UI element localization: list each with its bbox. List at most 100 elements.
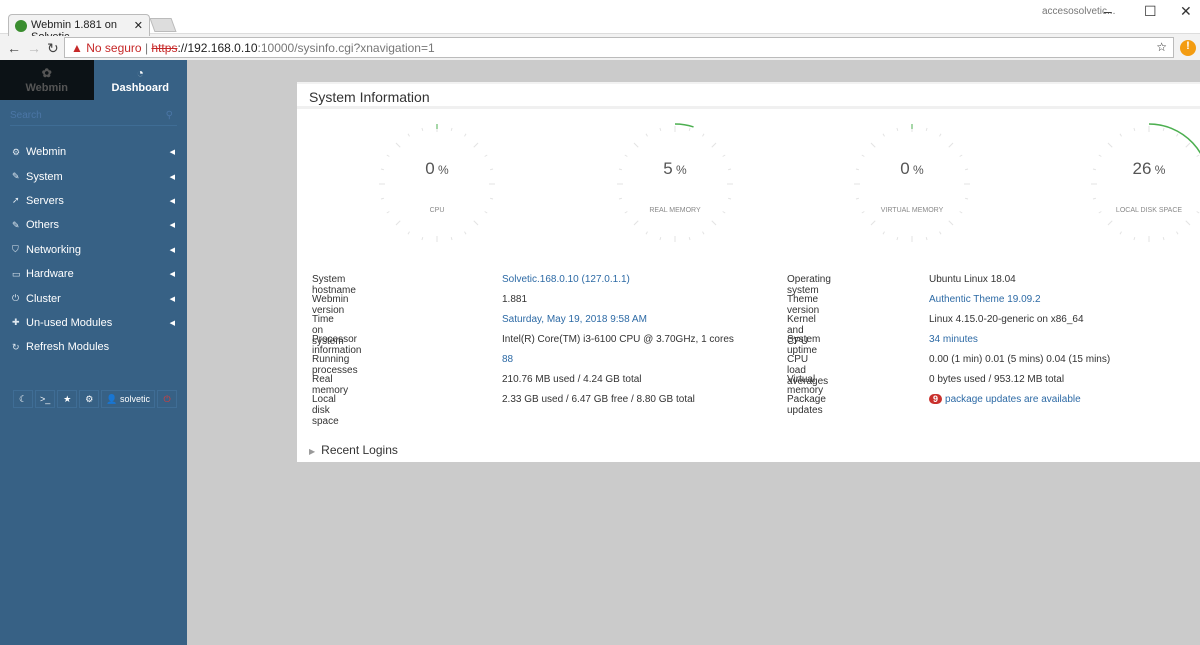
night-mode-button[interactable]: ☾ xyxy=(13,390,33,408)
info-label: Processor information xyxy=(312,334,362,356)
user-icon: 👤 xyxy=(106,394,118,404)
puzzle-icon: ✚ xyxy=(12,317,20,328)
update-count-badge[interactable]: 9 xyxy=(929,394,943,404)
gauge-label: VIRTUAL MEMORY xyxy=(880,207,944,214)
browser-titlebar: Webmin 1.881 on Solvetic✕ accesosolvetic… xyxy=(0,0,1200,43)
back-icon[interactable]: ← xyxy=(7,40,21,56)
sidebar-item-cluster[interactable]: ⏻ Cluster ◀ xyxy=(0,286,187,310)
main-content: System Information 0 % CPU 5 % REAL MEMORY 0… xyxy=(187,60,1200,645)
power-icon: ⏻ xyxy=(12,293,20,304)
close-window-icon[interactable]: ✕ xyxy=(1180,3,1192,20)
webmin-logo-icon: ✿ xyxy=(41,66,52,80)
sidebar-item-servers[interactable]: ➚ Servers ◀ xyxy=(0,189,187,213)
info-label: Theme version xyxy=(787,294,820,316)
caret-left-icon: ◀ xyxy=(169,295,175,303)
info-value[interactable]: Solvetic.168.0.10 (127.0.1.1) xyxy=(502,274,630,285)
settings-button[interactable]: ⚙ xyxy=(79,390,100,408)
hdd-icon: ▭ xyxy=(12,268,21,279)
system-information-panel: System Information 0 % CPU 5 % REAL MEMORY 0… xyxy=(297,82,1200,440)
gauge-value: 26 % xyxy=(1132,159,1166,178)
gauge-label: REAL MEMORY xyxy=(649,207,701,214)
info-value: 0 bytes used / 953.12 MB total xyxy=(929,374,1065,385)
sidebar: ✿ Webmin ◔ Dashboard Search ⚲ ⚙ Webmin ◀ ✎ Syst… xyxy=(0,60,187,645)
terminal-button[interactable]: >_ xyxy=(35,390,56,408)
gauge-cpu: 0 % CPU xyxy=(372,109,502,249)
new-tab-button[interactable] xyxy=(149,18,177,32)
dashboard-icon: ◔ xyxy=(136,66,144,80)
gauge-arc xyxy=(674,123,694,128)
caret-left-icon: ◀ xyxy=(169,319,175,327)
gauge-label: CPU xyxy=(429,207,445,214)
info-label: Operating system xyxy=(787,274,831,296)
address-bar[interactable]: ▲ No seguro | https://192.168.0.10:10000… xyxy=(64,37,1174,58)
info-value: Intel(R) Core(TM) i3-6100 CPU @ 3.70GHz,… xyxy=(502,334,734,345)
shield-icon: ⛉ xyxy=(12,244,19,255)
info-label: Virtual memory xyxy=(787,374,824,396)
info-label: System hostname xyxy=(312,274,356,296)
info-value[interactable]: 88 xyxy=(502,354,513,365)
address-row: ← → ↻ ▲ No seguro | https://192.168.0.10… xyxy=(0,36,1200,60)
browser-tab[interactable]: Webmin 1.881 on Solvetic✕ xyxy=(8,14,150,43)
sidebar-item-networking[interactable]: ⛉ Networking ◀ xyxy=(0,238,187,262)
caret-left-icon: ◀ xyxy=(169,271,175,279)
panel-title: System Information xyxy=(297,84,1200,109)
favorites-button[interactable]: ★ xyxy=(57,390,78,408)
tab-webmin[interactable]: ✿ Webmin xyxy=(0,60,94,100)
info-value: 210.76 MB used / 4.24 GB total xyxy=(502,374,642,385)
minimize-icon[interactable]: – xyxy=(1104,3,1112,19)
gear-icon: ⚙ xyxy=(12,146,21,157)
sidebar-item-refresh-modules[interactable]: ↻ Refresh Modules xyxy=(0,335,187,359)
info-value[interactable]: package updates are available xyxy=(945,394,1081,405)
rocket-icon: ➚ xyxy=(12,195,20,206)
refresh-icon: ↻ xyxy=(12,341,20,352)
info-value: 1.881 xyxy=(502,294,528,305)
caret-left-icon: ◀ xyxy=(169,173,175,181)
search-input[interactable]: Search ⚲ xyxy=(10,110,177,126)
search-icon[interactable]: ⚲ xyxy=(166,110,173,121)
gauge-label: LOCAL DISK SPACE xyxy=(1115,207,1183,214)
sidebar-item-others[interactable]: ✎ Others ◀ xyxy=(0,213,187,237)
extension-alert-icon[interactable]: ! xyxy=(1180,40,1196,56)
sidebar-item-hardware[interactable]: ▭ Hardware ◀ xyxy=(0,262,187,286)
gauge-value: 0 % xyxy=(425,159,449,178)
maximize-icon[interactable]: ☐ xyxy=(1144,3,1157,20)
info-value[interactable]: 34 minutes xyxy=(929,334,978,345)
wrench-icon: ✎ xyxy=(12,219,20,230)
info-value[interactable]: Saturday, May 19, 2018 9:58 AM xyxy=(502,314,647,325)
info-label: Webmin version xyxy=(312,294,349,316)
webmin-favicon xyxy=(15,20,27,32)
bookmark-star-icon[interactable]: ☆ xyxy=(1156,40,1167,54)
caret-left-icon: ◀ xyxy=(169,246,175,254)
info-label: Running processes xyxy=(312,354,358,376)
gauge-real-memory: 5 % REAL MEMORY xyxy=(610,109,740,249)
logout-button[interactable]: ⏻ xyxy=(157,390,178,408)
info-value: Linux 4.15.0-20-generic on x86_64 xyxy=(929,314,1084,325)
info-label: Local disk space xyxy=(312,394,339,427)
expand-triangle-icon: ▶ xyxy=(309,447,316,456)
recent-logins-panel[interactable]: ▶ Recent Logins xyxy=(297,438,1200,462)
info-label: Package updates xyxy=(787,394,826,416)
warning-icon: ▲ xyxy=(71,41,83,55)
gauge-virtual-memory: 0 % VIRTUAL MEMORY xyxy=(847,109,977,249)
sidebar-item-un-used-modules[interactable]: ✚ Un-used Modules ◀ xyxy=(0,311,187,335)
sidebar-item-system[interactable]: ✎ System ◀ xyxy=(0,164,187,188)
tab-dashboard[interactable]: ◔ Dashboard xyxy=(94,60,188,100)
info-value: 2.33 GB used / 6.47 GB free / 8.80 GB to… xyxy=(502,394,695,405)
user-button[interactable]: 👤 solvetic xyxy=(101,390,156,408)
info-label: System uptime xyxy=(787,334,821,356)
caret-left-icon: ◀ xyxy=(169,149,175,157)
caret-left-icon: ◀ xyxy=(169,197,175,205)
info-label: Real memory xyxy=(312,374,349,396)
caret-left-icon: ◀ xyxy=(169,222,175,230)
info-value: 0.00 (1 min) 0.01 (5 mins) 0.04 (15 mins… xyxy=(929,354,1111,365)
wrench-icon: ✎ xyxy=(12,171,20,182)
gauge-value: 0 % xyxy=(900,159,924,178)
info-value: Ubuntu Linux 18.04 xyxy=(929,274,1016,285)
close-tab-icon[interactable]: ✕ xyxy=(134,19,143,32)
forward-icon[interactable]: → xyxy=(27,40,41,56)
sidebar-item-webmin[interactable]: ⚙ Webmin ◀ xyxy=(0,140,187,164)
gauge-local-disk-space: 26 % LOCAL DISK SPACE xyxy=(1084,109,1200,249)
info-value[interactable]: Authentic Theme 19.09.2 xyxy=(929,294,1041,305)
gauge-value: 5 % xyxy=(663,159,687,178)
reload-icon[interactable]: ↻ xyxy=(47,40,59,57)
